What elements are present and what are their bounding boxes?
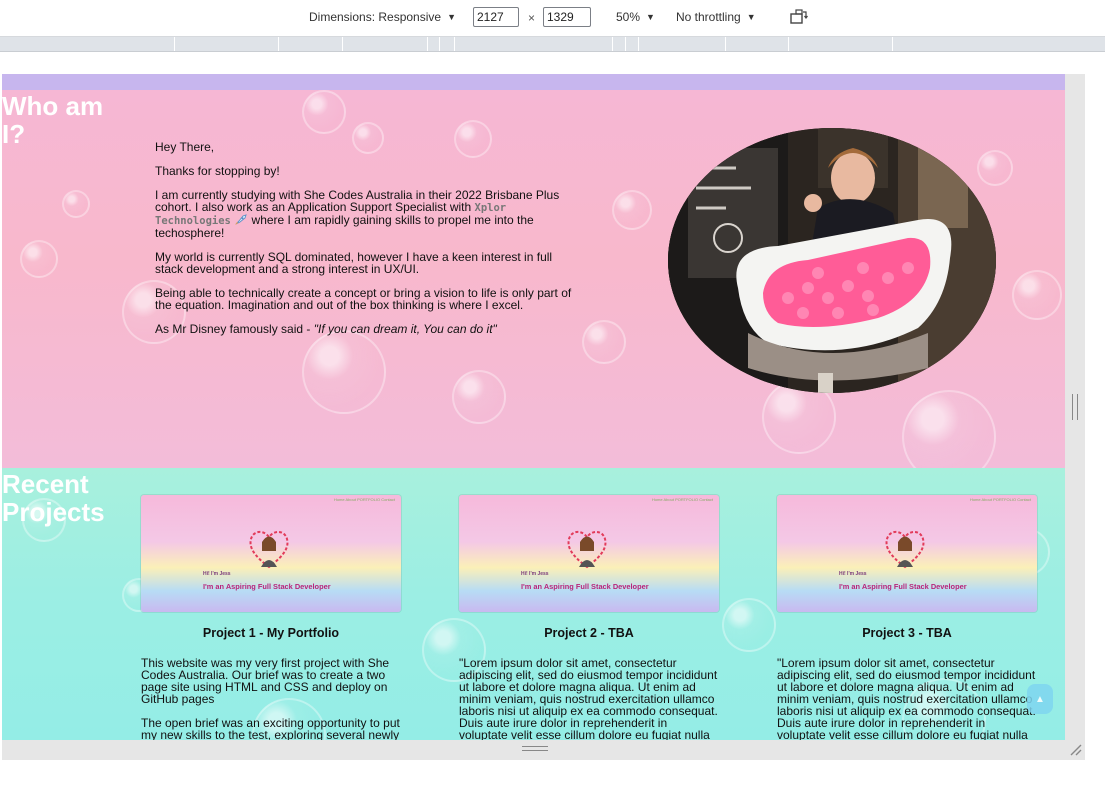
zoom-dropdown[interactable]: 50% ▼ <box>616 10 655 24</box>
imagination-paragraph: Being able to technically create a conce… <box>155 286 572 312</box>
device-toolbar: Dimensions: Responsive ▼ × 50% ▼ No thro… <box>0 0 1105 37</box>
projects-heading: Recent Projects <box>2 469 105 527</box>
zoom-label: 50% <box>616 10 641 24</box>
media-query-ruler[interactable] <box>0 37 1105 52</box>
about-text: Hey There, Thanks for stopping by! I am … <box>155 141 575 347</box>
rocket-icon <box>235 214 247 225</box>
greeting-text: Hey There, <box>155 140 215 154</box>
project-description: "Lorem ipsum dolor sit amet, consectetur… <box>777 656 1036 740</box>
resize-handle-right[interactable] <box>1072 394 1078 420</box>
chevron-down-icon: ▼ <box>746 12 756 22</box>
about-heading: Who am I? <box>2 91 104 149</box>
bathtub-photo-image <box>668 128 996 393</box>
times-separator: × <box>528 11 536 25</box>
throttling-dropdown[interactable]: No throttling ▼ <box>676 10 756 24</box>
throttling-label: No throttling <box>676 10 741 24</box>
project-thumbnail[interactable]: Home About PORTFOLIO Contact Hi! I'm Jes… <box>459 495 719 612</box>
sql-paragraph: My world is currently SQL dominated, how… <box>155 250 553 276</box>
thanks-text: Thanks for stopping by! <box>155 164 280 178</box>
about-section: Who am I? Hey There, Thanks for stopping… <box>2 90 1065 484</box>
project-title: Project 2 - TBA <box>544 626 634 640</box>
back-to-top-button[interactable]: ▲ <box>1027 684 1053 714</box>
intro-paragraph: I am currently studying with She Codes A… <box>155 188 560 240</box>
resize-corner-icon[interactable] <box>1068 742 1082 756</box>
resize-handle-bottom[interactable] <box>522 746 548 751</box>
project-thumbnail[interactable]: Home About PORTFOLIO Contact Hi! I'm Jes… <box>777 495 1037 612</box>
page-viewport: Who am I? Hey There, Thanks for stopping… <box>2 74 1065 740</box>
profile-photo <box>668 128 996 393</box>
project-thumbnail[interactable]: Home About PORTFOLIO Contact Hi! I'm Jes… <box>141 495 401 612</box>
avatar-heart-icon <box>885 531 925 569</box>
dimensions-dropdown[interactable]: Dimensions: Responsive ▼ <box>309 10 456 24</box>
quote-paragraph: As Mr Disney famously said - "If you can… <box>155 322 497 336</box>
project-card-3[interactable]: Home About PORTFOLIO Contact Hi! I'm Jes… <box>777 495 1037 740</box>
project-card-1[interactable]: Home About PORTFOLIO Contact Hi! I'm Jes… <box>141 495 401 740</box>
chevron-down-icon: ▼ <box>447 12 456 22</box>
rotate-device-icon[interactable] <box>790 9 808 25</box>
project-description: This website was my very first project w… <box>141 656 400 740</box>
arrow-up-icon: ▲ <box>1035 693 1045 705</box>
disney-quote: "If you can dream it, You can do it" <box>313 322 497 336</box>
viewport-frame: Who am I? Hey There, Thanks for stopping… <box>2 74 1085 760</box>
project-card-2[interactable]: Home About PORTFOLIO Contact Hi! I'm Jes… <box>459 495 719 740</box>
avatar-heart-icon <box>249 531 289 569</box>
nav-strip <box>2 74 1065 90</box>
width-input[interactable] <box>473 7 519 27</box>
avatar-heart-icon <box>567 531 607 569</box>
project-title: Project 1 - My Portfolio <box>202 626 340 640</box>
project-description: "Lorem ipsum dolor sit amet, consectetur… <box>459 656 718 740</box>
chevron-down-icon: ▼ <box>646 12 655 22</box>
height-input[interactable] <box>543 7 591 27</box>
project-title: Project 3 - TBA <box>862 626 952 640</box>
dimensions-label: Dimensions: Responsive <box>309 10 442 24</box>
